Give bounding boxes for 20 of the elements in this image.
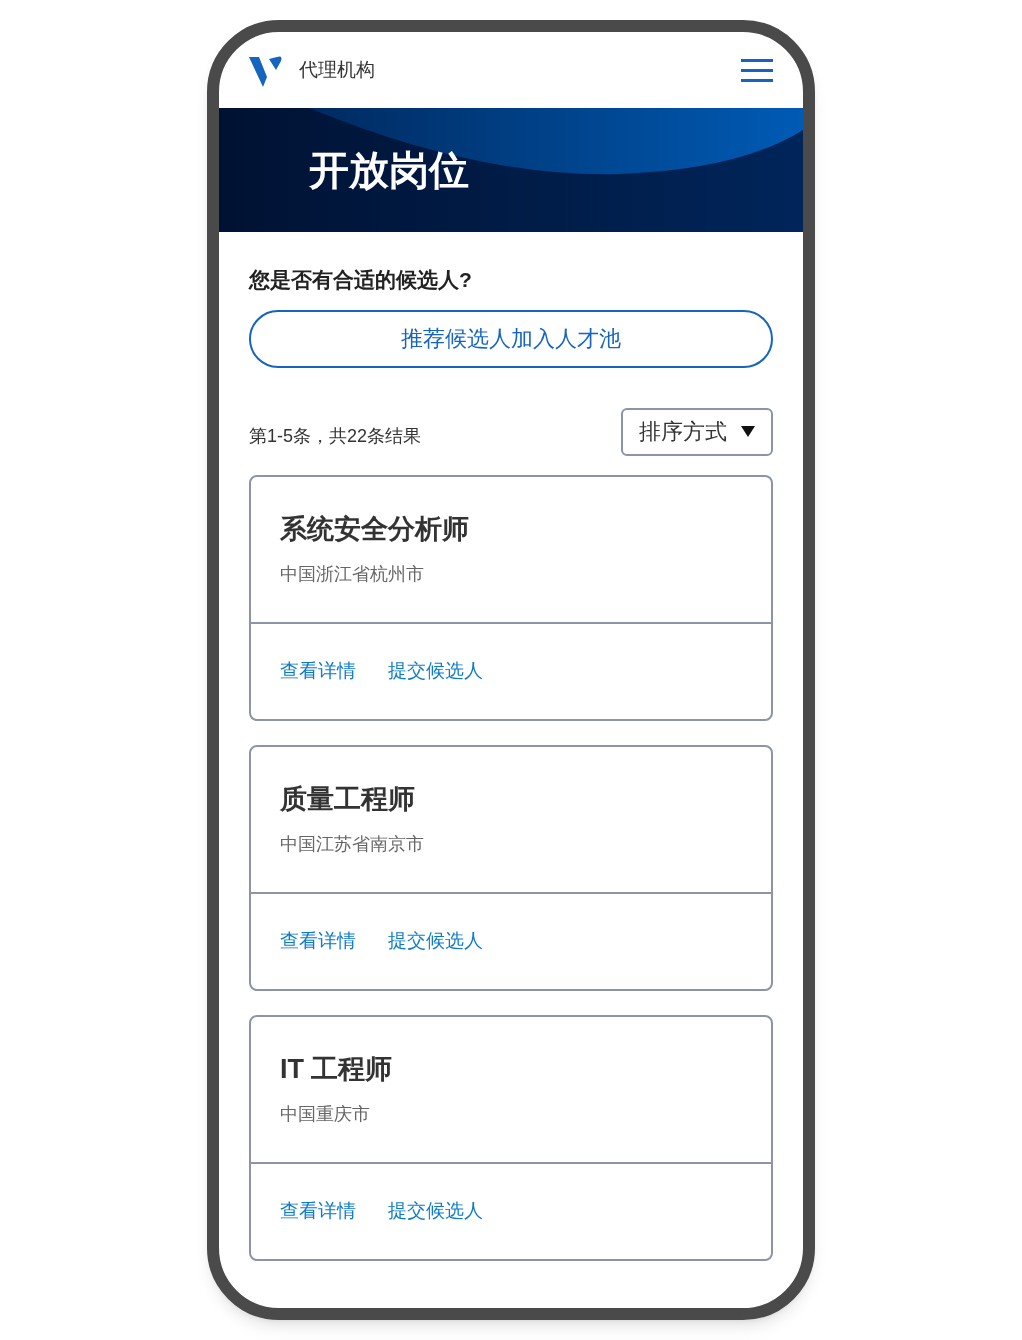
view-details-link[interactable]: 查看详情 xyxy=(280,1196,356,1226)
view-details-link[interactable]: 查看详情 xyxy=(280,926,356,956)
submit-candidate-link[interactable]: 提交候选人 xyxy=(388,926,483,956)
caret-icon xyxy=(741,426,755,437)
results-summary: 第1-5条，共22条结果 xyxy=(249,424,422,448)
menu-button[interactable] xyxy=(741,58,773,82)
job-location: 中国江苏省南京市 xyxy=(280,832,425,856)
brand-name: 代理机构 xyxy=(299,57,375,82)
refer-button[interactable]: 推荐候选人加入人才池 xyxy=(249,309,773,368)
submit-candidate-link[interactable]: 提交候选人 xyxy=(388,656,483,686)
job-location: 中国浙江省杭州市 xyxy=(280,562,425,586)
job-title: 系统安全分析师 xyxy=(280,512,470,546)
page-title: 开放岗位 xyxy=(309,147,469,194)
job-title: 质量工程师 xyxy=(280,782,416,816)
job-location: 中国重庆市 xyxy=(280,1102,371,1126)
job-title: IT 工程师 xyxy=(280,1052,394,1086)
view-details-link[interactable]: 查看详情 xyxy=(280,656,356,686)
prompt-text: 您是否有合适的候选人? xyxy=(249,267,473,293)
submit-candidate-link[interactable]: 提交候选人 xyxy=(388,1196,483,1226)
sort-dropdown[interactable]: 排序方式 xyxy=(621,407,773,456)
